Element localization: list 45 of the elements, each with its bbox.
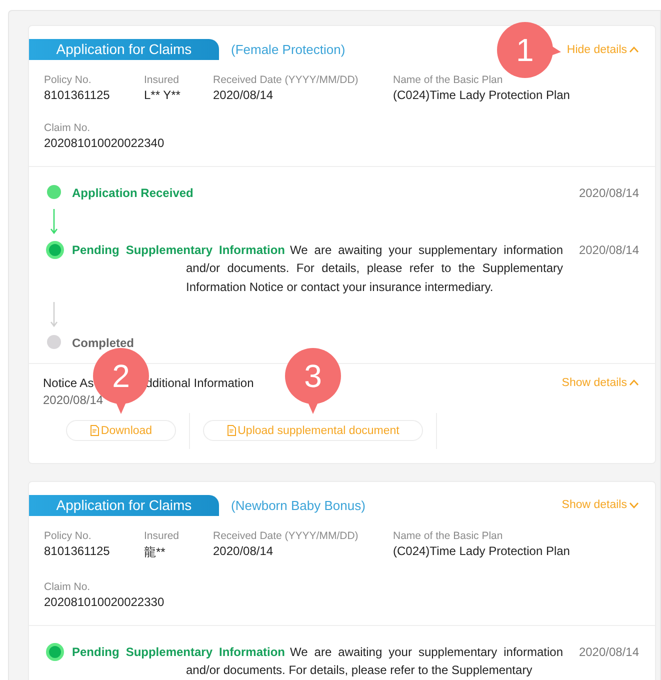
field-value: (C024)Time Lady Protection Plan	[393, 88, 571, 102]
chevron-down-icon	[629, 502, 639, 508]
step-date: 2020/08/14	[578, 185, 639, 202]
file-icon	[226, 425, 236, 436]
download-button[interactable]: Download	[66, 420, 176, 441]
field-value: (C024)Time Lady Protection Plan	[393, 544, 571, 558]
field-value: 8101361125	[44, 544, 111, 558]
field-value: 龍**	[144, 544, 166, 560]
details-toggle[interactable]: Show details	[562, 376, 639, 388]
details-toggle[interactable]: Show details	[562, 499, 639, 511]
step-text: Pending Supplementary Information We are awaiting your supplementary information and/or documents. For details, please refer to the Supplementary Information Notice or contact your insurance intermediary.	[72, 242, 564, 296]
field-label: Received Date (YYYY/MM/DD)	[213, 530, 360, 542]
step-text: Application Received	[72, 185, 194, 202]
notice-date: 2020/08/14	[43, 392, 104, 406]
chevron-up-icon	[629, 379, 639, 386]
field-label: Policy No.	[44, 530, 92, 542]
claim-type-tag: Application for Claims	[29, 39, 219, 60]
field-value: 202081010020022340	[44, 136, 166, 150]
field-label: Name of the Basic Plan	[393, 530, 504, 542]
step-date: 2020/08/14	[578, 242, 639, 258]
field-value: 8101361125	[44, 88, 111, 102]
field-value: 202081010020022330	[44, 594, 166, 608]
claim-type-tag: Application for Claims	[29, 494, 219, 516]
claim-category: (Female Protection)	[231, 42, 346, 57]
field-label: Insured	[144, 74, 180, 86]
notice-title: Notice As	[43, 376, 94, 390]
arrow-down-icon	[50, 302, 58, 328]
field-label: Received Date (YYYY/MM/DD)	[213, 74, 360, 86]
step-text: Pending Supplementary Information We are awaiting your supplementary information and/or documents. For details, please refer to the Supplementary	[72, 644, 564, 679]
chevron-up-icon	[629, 46, 639, 53]
field-label: Claim No.	[44, 580, 92, 592]
arrow-down-icon	[50, 208, 58, 234]
field-value: L** Y**	[144, 88, 182, 102]
field-label: Policy No.	[44, 74, 92, 86]
file-icon	[90, 425, 99, 436]
field-value: 2020/08/14	[213, 544, 274, 558]
field-label: Insured	[144, 530, 180, 542]
field-value: 2020/08/14	[213, 88, 274, 102]
notice-title: dditional Information	[146, 376, 254, 390]
step-date: 2020/08/14	[578, 644, 639, 660]
step-text: Completed	[72, 335, 136, 352]
field-label: Claim No.	[44, 122, 92, 134]
details-toggle[interactable]: Hide details	[566, 44, 639, 56]
upload-button[interactable]: Upload supplemental document	[203, 420, 423, 441]
claim-category: (Newborn Baby Bonus)	[231, 498, 366, 512]
